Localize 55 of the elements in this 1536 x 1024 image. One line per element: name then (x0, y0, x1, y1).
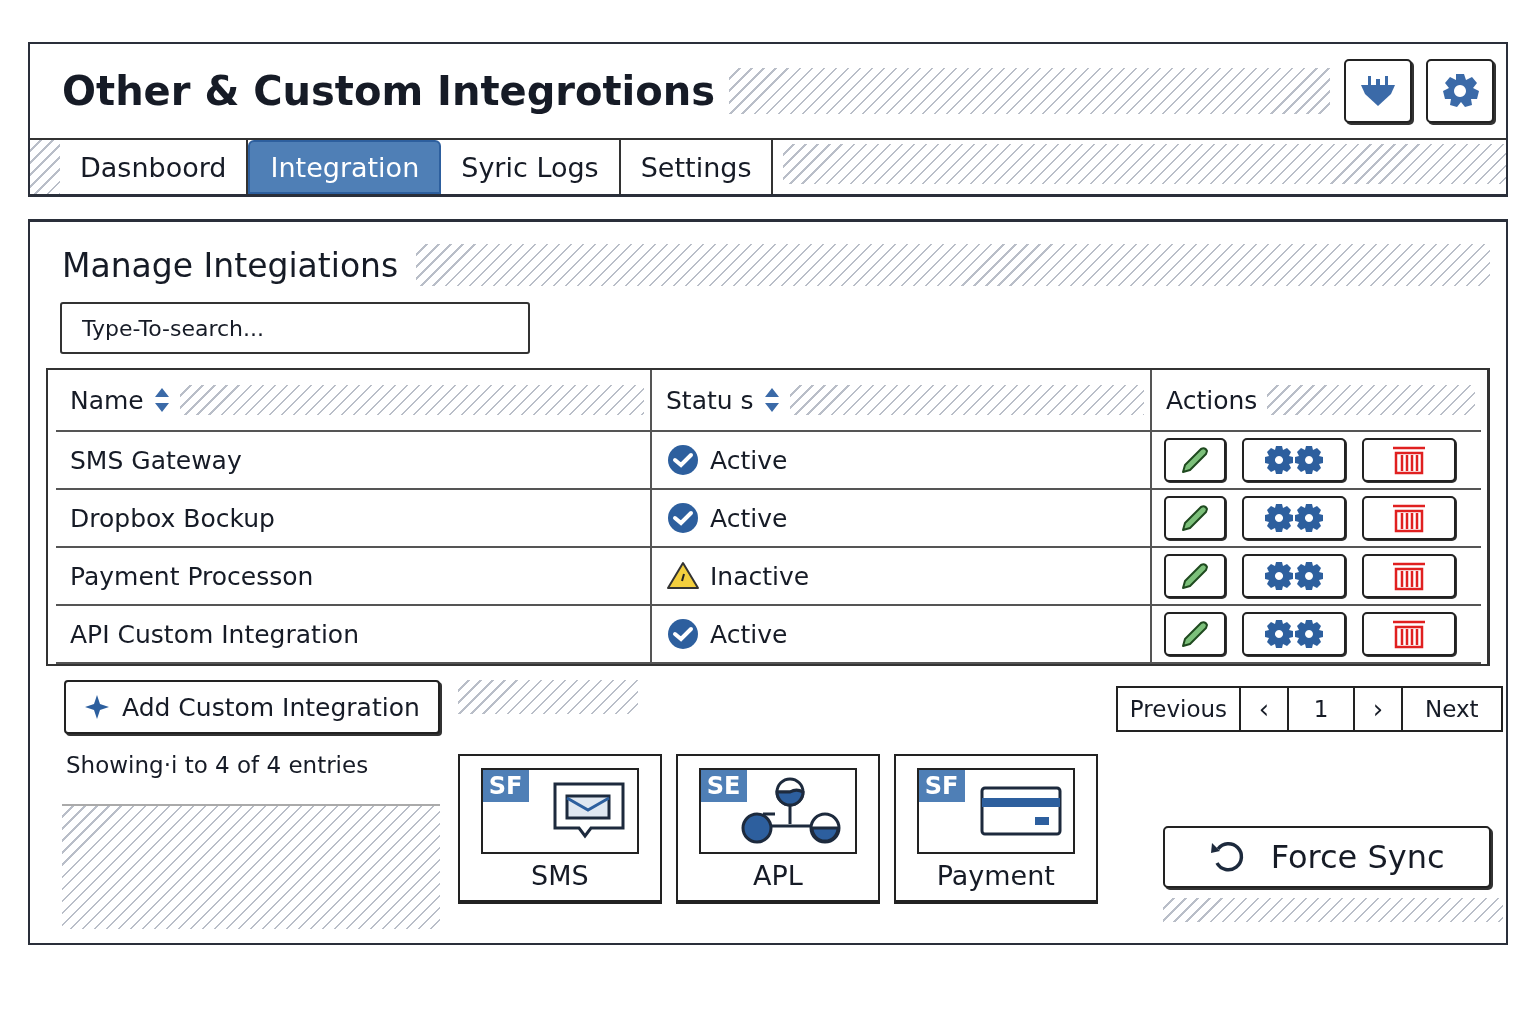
force-sync-button[interactable]: Force Sync (1162, 826, 1491, 888)
trash-icon (1391, 503, 1427, 533)
integration-card[interactable]: SE APL (675, 754, 880, 904)
delete-button[interactable] (1362, 496, 1456, 540)
pencil-icon (1179, 560, 1211, 592)
integration-card[interactable]: SF Payment (893, 754, 1098, 904)
pencil-icon (1179, 444, 1211, 476)
gears-icon (1263, 502, 1325, 534)
gears-icon (1263, 560, 1325, 592)
plug-icon (1358, 74, 1398, 108)
table-cell: Dropbox Bockup (70, 503, 275, 533)
card-badge: SF (918, 770, 965, 802)
configure-button[interactable] (1242, 496, 1346, 540)
configure-button[interactable] (1242, 438, 1346, 482)
status-text: Active (710, 503, 788, 533)
table-cell: SMS Gateway (70, 445, 242, 475)
column-header[interactable]: Statu s (666, 385, 754, 415)
status-text: Active (710, 619, 788, 649)
configure-button[interactable] (1242, 612, 1346, 656)
configure-button[interactable] (1242, 554, 1346, 598)
search-field[interactable]: Type-To-search... (60, 302, 530, 354)
settings-button[interactable] (1426, 59, 1494, 123)
column-header: Actions (1166, 385, 1258, 415)
pencil-icon (1179, 502, 1211, 534)
tab[interactable]: Integration (248, 140, 442, 194)
delete-button[interactable] (1362, 438, 1456, 482)
delete-button[interactable] (1362, 612, 1456, 656)
hatch-pattern (30, 140, 60, 194)
plug-button[interactable] (1344, 59, 1412, 123)
status-text: Active (710, 445, 788, 475)
table-cell: Payment Processon (70, 561, 314, 591)
integration-card[interactable]: SF SMS (457, 754, 662, 904)
gears-icon (1263, 618, 1325, 650)
delete-button[interactable] (1362, 554, 1456, 598)
edit-button[interactable] (1164, 438, 1226, 482)
entries-info: Showing·i to 4 of 4 entries (65, 751, 370, 780)
sort-icon[interactable] (763, 387, 780, 413)
add-integration-button[interactable]: Add Custom Integration (64, 680, 440, 734)
sparkle-icon (84, 694, 110, 720)
gears-icon (1263, 444, 1325, 476)
edit-button[interactable] (1164, 496, 1226, 540)
pencil-icon (1179, 618, 1211, 650)
column-header[interactable]: Name (70, 385, 144, 415)
edit-button[interactable] (1164, 612, 1226, 656)
status-text: Inactive (710, 561, 810, 591)
sort-icon[interactable] (153, 387, 170, 413)
card-badge: SE (700, 770, 747, 802)
edit-button[interactable] (1164, 554, 1226, 598)
trash-icon (1391, 619, 1427, 649)
trash-icon (1391, 561, 1427, 591)
trash-icon (1391, 445, 1427, 475)
panel-title: Manage Integiations (62, 245, 399, 285)
window-title: Other & Custom Integrotions (62, 68, 716, 114)
table-cell: API Custom Integration (70, 619, 359, 649)
card-badge: SF (482, 770, 529, 802)
